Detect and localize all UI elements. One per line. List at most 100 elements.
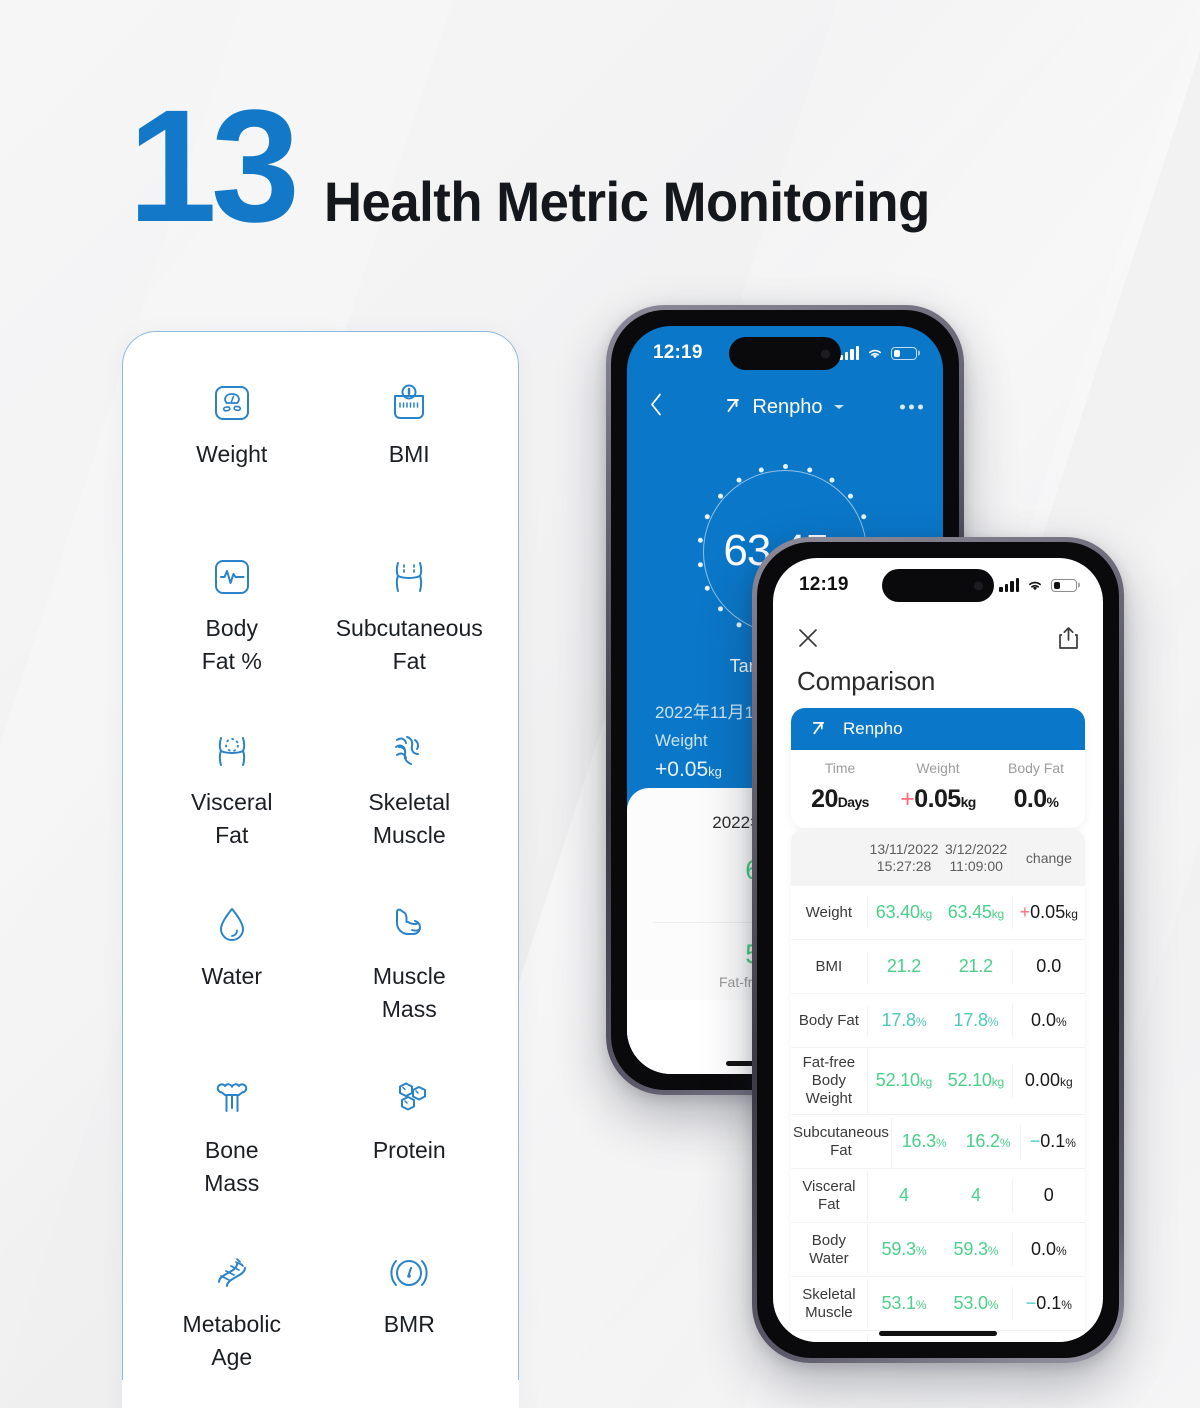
row-change: −0.1% — [1025, 1292, 1072, 1313]
share-export-icon[interactable] — [1056, 625, 1081, 656]
unit: kg — [919, 906, 933, 921]
row-value-a: 16.3% — [901, 1130, 947, 1151]
row-value-b: 59.3% — [940, 1232, 1013, 1267]
renpho-logo-icon — [727, 399, 740, 412]
close-x-icon[interactable] — [795, 625, 821, 656]
table-row: Body Water 59.3% 59.3% 0.0% — [791, 1223, 1085, 1277]
summary-card: Renpho Time 20Days Weight +0.05kg Body Fat 0.… — [791, 708, 1085, 828]
dial-tick — [717, 493, 723, 499]
unit: % — [1046, 794, 1059, 810]
unit: % — [987, 1243, 999, 1258]
unit: Days — [837, 794, 870, 810]
row-value-a: 59.3% — [881, 1238, 927, 1259]
row-value-b: 52.10kg — [940, 1064, 1013, 1098]
app-nav-bar: Renpho — [627, 386, 943, 428]
summary-cell-header: Body Fat — [1007, 760, 1065, 776]
table-row: Skeletal Muscle 53.1% 53.0% −0.1% — [791, 1277, 1085, 1331]
dial-tick — [704, 585, 710, 591]
brand-selector[interactable]: Renpho — [725, 396, 844, 419]
scale-icon — [203, 374, 261, 432]
protein-hexagons-icon — [380, 1070, 438, 1128]
metric-label: Skeletal Muscle — [368, 789, 451, 849]
chevron-left-icon[interactable] — [649, 393, 663, 422]
bmi-dial-scale-icon — [380, 374, 438, 432]
phone-body: 12:19 — [752, 537, 1124, 1363]
dial-tick — [782, 463, 788, 469]
summary-cell-header: Weight — [916, 760, 960, 776]
unit: kg — [960, 794, 977, 810]
row-label: Body Fat — [791, 1005, 868, 1036]
header-cell-date-b: 3/12/2022 11:09:00 — [941, 835, 1013, 881]
summary-cell-value: +0.05kg — [900, 785, 977, 813]
waist-circle-icon — [203, 722, 261, 780]
row-change: +0.10kg — [1013, 1341, 1085, 1342]
row-value-a: 52.10kg — [875, 1070, 933, 1091]
more-dots-icon[interactable] — [900, 404, 923, 410]
brand-name: Renpho — [752, 395, 823, 418]
row-change: 0.0 — [1036, 955, 1062, 976]
metric-item: Muscle Mass — [321, 896, 499, 1044]
header-cell-blank — [791, 852, 868, 864]
gauge-meter-icon — [380, 1244, 438, 1302]
unit: % — [1065, 1135, 1076, 1150]
metric-label: Subcutaneous Fat — [335, 615, 483, 675]
metric-item: BMI — [321, 374, 499, 522]
table-body: Weight 63.40kg 63.45kg +0.05kg BMI 21.2 21.2 0.… — [791, 886, 1085, 1342]
row-label: Muscle Mass — [791, 1333, 868, 1342]
row-change: +0.05kg — [1019, 901, 1078, 922]
metrics-card: Weight BMI Body Fat % Subcutaneous Fat Vis… — [122, 331, 519, 1408]
dynamic-island — [882, 569, 994, 602]
status-time: 12:19 — [799, 574, 849, 595]
unit: % — [987, 1297, 999, 1312]
metric-item: Water — [143, 896, 321, 1044]
dynamic-island — [729, 337, 841, 370]
wifi-icon — [1029, 581, 1041, 591]
dna-helix-icon — [203, 1244, 261, 1302]
summary-cell: Weight +0.05kg — [889, 760, 987, 814]
front-camera-icon — [821, 349, 830, 358]
row-label: Subcutaneous Fat — [791, 1117, 892, 1166]
metric-item: Skeletal Muscle — [321, 722, 499, 870]
summary-brand-name: Renpho — [843, 719, 903, 738]
muscle-fiber-icon — [380, 722, 438, 780]
metric-label: Protein — [372, 1137, 446, 1163]
renpho-logo-icon — [812, 721, 825, 734]
heartbeat-pulse-icon — [203, 548, 261, 606]
card-bottom-bleed — [122, 1380, 519, 1408]
row-value-b: 21.2 — [940, 949, 1013, 984]
metric-count: 13 — [128, 76, 300, 255]
metric-label: Water — [201, 963, 263, 989]
row-change: 0.00kg — [1024, 1070, 1073, 1091]
row-value-a: 21.2 — [886, 955, 922, 976]
summary-cell-value: 20Days — [811, 785, 870, 813]
change-sign: − — [1029, 1130, 1041, 1151]
table-row: Weight 63.40kg 63.45kg +0.05kg — [791, 886, 1085, 940]
row-value-b: 49.60kg — [940, 1340, 1013, 1342]
metric-item: Visceral Fat — [143, 722, 321, 870]
unit: % — [1061, 1297, 1072, 1312]
row-value-b: 63.45kg — [940, 895, 1013, 930]
summary-cell-value: 0.0% — [1013, 785, 1059, 813]
page-title-comparison: Comparison — [797, 666, 936, 696]
status-time: 12:19 — [653, 342, 703, 363]
unit: % — [1055, 1243, 1067, 1258]
summary-cell: Time 20Days — [791, 760, 889, 814]
dial-tick — [847, 493, 853, 499]
header-cell-change: change — [1025, 849, 1072, 866]
metric-label: Visceral Fat — [191, 789, 273, 849]
cellular-signal-icon — [839, 346, 859, 360]
dial-tick — [736, 621, 742, 627]
row-change: −0.1% — [1029, 1130, 1076, 1151]
dial-tick — [828, 477, 834, 483]
summary-cell-header: Time — [824, 760, 856, 776]
dial-tick — [704, 513, 710, 519]
phone-bezel: 12:19 — [757, 542, 1119, 1358]
row-value-a: 63.40kg — [875, 901, 933, 922]
metric-item: BMR — [321, 1244, 499, 1392]
table-row: Body Fat 17.8% 17.8% 0.0% — [791, 994, 1085, 1048]
page-header: 13 Health Metric Monitoring — [128, 86, 968, 246]
dial-tick — [806, 466, 812, 472]
table-row: BMI 21.2 21.2 0.0 — [791, 940, 1085, 994]
row-change: 0.0% — [1030, 1238, 1067, 1259]
unit: kg — [1059, 1075, 1073, 1090]
